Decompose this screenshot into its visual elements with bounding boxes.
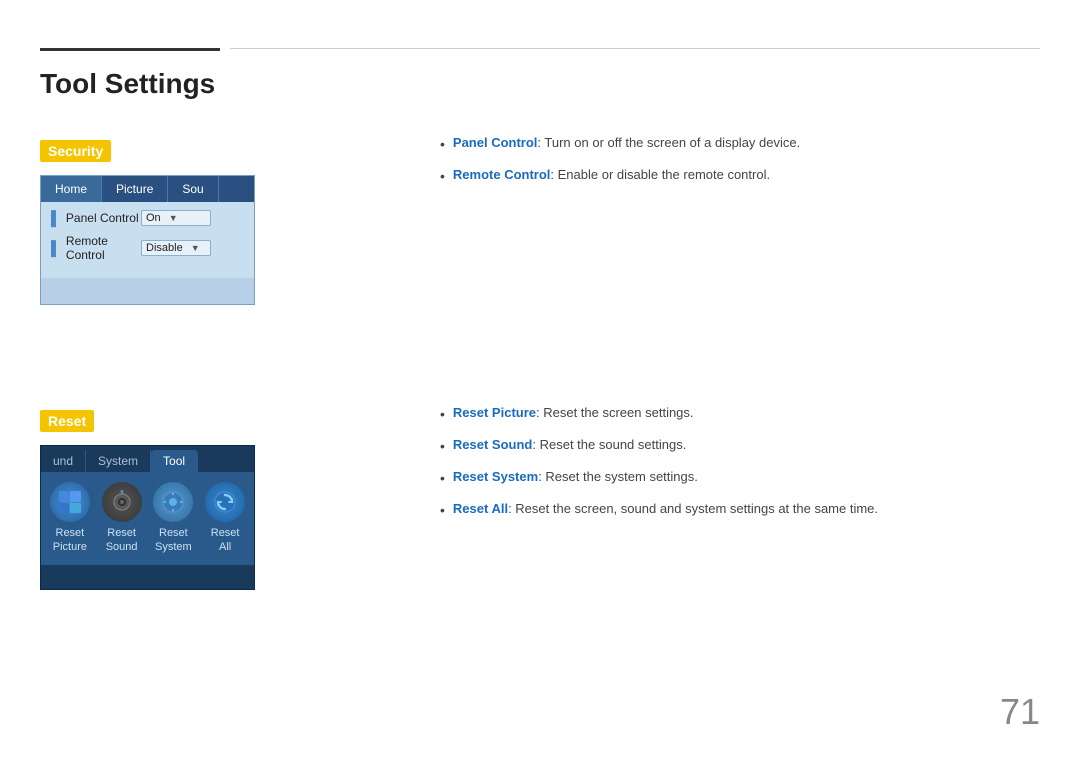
grid-cell-4 bbox=[70, 503, 81, 514]
security-description: • Panel Control: Turn on or off the scre… bbox=[440, 133, 1040, 197]
top-border-accent bbox=[40, 48, 220, 51]
reset-all-label: ResetAll bbox=[211, 526, 240, 555]
reset-sound-label: ResetSound bbox=[106, 526, 138, 555]
panel-control-term: Panel Control bbox=[453, 135, 538, 150]
reset-description: • Reset Picture: Reset the screen settin… bbox=[440, 403, 1040, 531]
reset-system-label: ResetSystem bbox=[155, 526, 192, 555]
page-number: 71 bbox=[1000, 691, 1040, 733]
panel-bullet: ▌ bbox=[51, 210, 61, 226]
remote-control-term: Remote Control bbox=[453, 167, 551, 182]
reset-sound-term: Reset Sound bbox=[453, 437, 532, 452]
reset-section-badge: Reset bbox=[40, 410, 94, 432]
remote-control-value: Disable ▼ bbox=[141, 240, 211, 256]
reset-picture-text: Reset Picture: Reset the screen settings… bbox=[453, 403, 694, 423]
panel-arrow: ▼ bbox=[169, 213, 178, 223]
panel-control-value: On ▼ bbox=[141, 210, 211, 226]
reset-all-text: Reset All: Reset the screen, sound and s… bbox=[453, 499, 878, 519]
reset-body: ResetPicture ResetSound bbox=[41, 472, 254, 565]
reset-picture-bullet-item: • Reset Picture: Reset the screen settin… bbox=[440, 403, 1040, 425]
panel-control-text: Panel Control: Turn on or off the screen… bbox=[453, 133, 800, 153]
reset-picture-icon bbox=[50, 482, 90, 522]
reset-picture-desc: : Reset the screen settings. bbox=[536, 405, 694, 420]
remote-control-text: Remote Control: Enable or disable the re… bbox=[453, 165, 770, 185]
top-border-line bbox=[230, 48, 1040, 49]
reset-system-bullet-item: • Reset System: Reset the system setting… bbox=[440, 467, 1040, 489]
reset-all-term: Reset All bbox=[453, 501, 508, 516]
reset-bullet-dot-4: • bbox=[440, 500, 445, 521]
reset-all-icon bbox=[205, 482, 245, 522]
security-tabs: Home Picture Sou bbox=[41, 176, 254, 202]
reset-picture-item: ResetPicture bbox=[50, 482, 90, 555]
remote-control-label: ▌ Remote Control bbox=[51, 234, 141, 262]
reset-bullet-dot-3: • bbox=[440, 468, 445, 489]
reset-system-term: Reset System bbox=[453, 469, 538, 484]
reset-picture-term: Reset Picture bbox=[453, 405, 536, 420]
remote-control-row: ▌ Remote Control Disable ▼ bbox=[51, 234, 244, 262]
security-tab-sou: Sou bbox=[168, 176, 218, 202]
reset-system-text: Reset System: Reset the system settings. bbox=[453, 467, 698, 487]
remote-control-desc: : Enable or disable the remote control. bbox=[550, 167, 770, 182]
panel-control-row: ▌ Panel Control On ▼ bbox=[51, 210, 244, 226]
reset-tab-tool: Tool bbox=[151, 450, 198, 472]
sound-svg bbox=[110, 490, 134, 514]
remote-bullet: ▌ bbox=[51, 240, 61, 256]
security-tab-home: Home bbox=[41, 176, 102, 202]
bullet-dot-1: • bbox=[440, 134, 445, 155]
reset-tabs: und System Tool bbox=[41, 446, 254, 472]
reset-system-desc: : Reset the system settings. bbox=[538, 469, 698, 484]
reset-all-bullet-item: • Reset All: Reset the screen, sound and… bbox=[440, 499, 1040, 521]
reset-sound-bullet-item: • Reset Sound: Reset the sound settings. bbox=[440, 435, 1040, 457]
reset-sound-text: Reset Sound: Reset the sound settings. bbox=[453, 435, 686, 455]
reset-system-item: ResetSystem bbox=[153, 482, 193, 555]
remote-control-bullet-item: • Remote Control: Enable or disable the … bbox=[440, 165, 1040, 187]
reset-tab-und: und bbox=[41, 450, 86, 472]
reset-screenshot: und System Tool ResetPicture bbox=[40, 445, 255, 590]
picture-grid bbox=[59, 491, 81, 513]
panel-control-label: ▌ Panel Control bbox=[51, 210, 141, 226]
security-screenshot: Home Picture Sou ▌ Panel Control On ▼ ▌ … bbox=[40, 175, 255, 305]
reset-bullet-dot-1: • bbox=[440, 404, 445, 425]
reset-tab-system: System bbox=[86, 450, 151, 472]
reset-all-desc: : Reset the screen, sound and system set… bbox=[508, 501, 878, 516]
reset-sound-desc: : Reset the sound settings. bbox=[532, 437, 686, 452]
panel-control-bullet-item: • Panel Control: Turn on or off the scre… bbox=[440, 133, 1040, 155]
grid-cell-1 bbox=[59, 491, 70, 502]
grid-cell-3 bbox=[59, 503, 70, 514]
all-svg bbox=[212, 489, 238, 515]
reset-picture-label: ResetPicture bbox=[53, 526, 87, 555]
reset-sound-icon bbox=[102, 482, 142, 522]
panel-control-desc: : Turn on or off the screen of a display… bbox=[537, 135, 800, 150]
remote-arrow: ▼ bbox=[191, 243, 200, 253]
security-section-badge: Security bbox=[40, 140, 111, 162]
page-title: Tool Settings bbox=[40, 68, 215, 100]
reset-bullet-dot-2: • bbox=[440, 436, 445, 457]
bullet-dot-2: • bbox=[440, 166, 445, 187]
reset-system-icon bbox=[153, 482, 193, 522]
security-body: ▌ Panel Control On ▼ ▌ Remote Control Di… bbox=[41, 202, 254, 278]
security-tab-picture: Picture bbox=[102, 176, 168, 202]
reset-sound-item: ResetSound bbox=[102, 482, 142, 555]
grid-cell-2 bbox=[70, 491, 81, 502]
system-svg bbox=[160, 489, 186, 515]
reset-all-item: ResetAll bbox=[205, 482, 245, 555]
